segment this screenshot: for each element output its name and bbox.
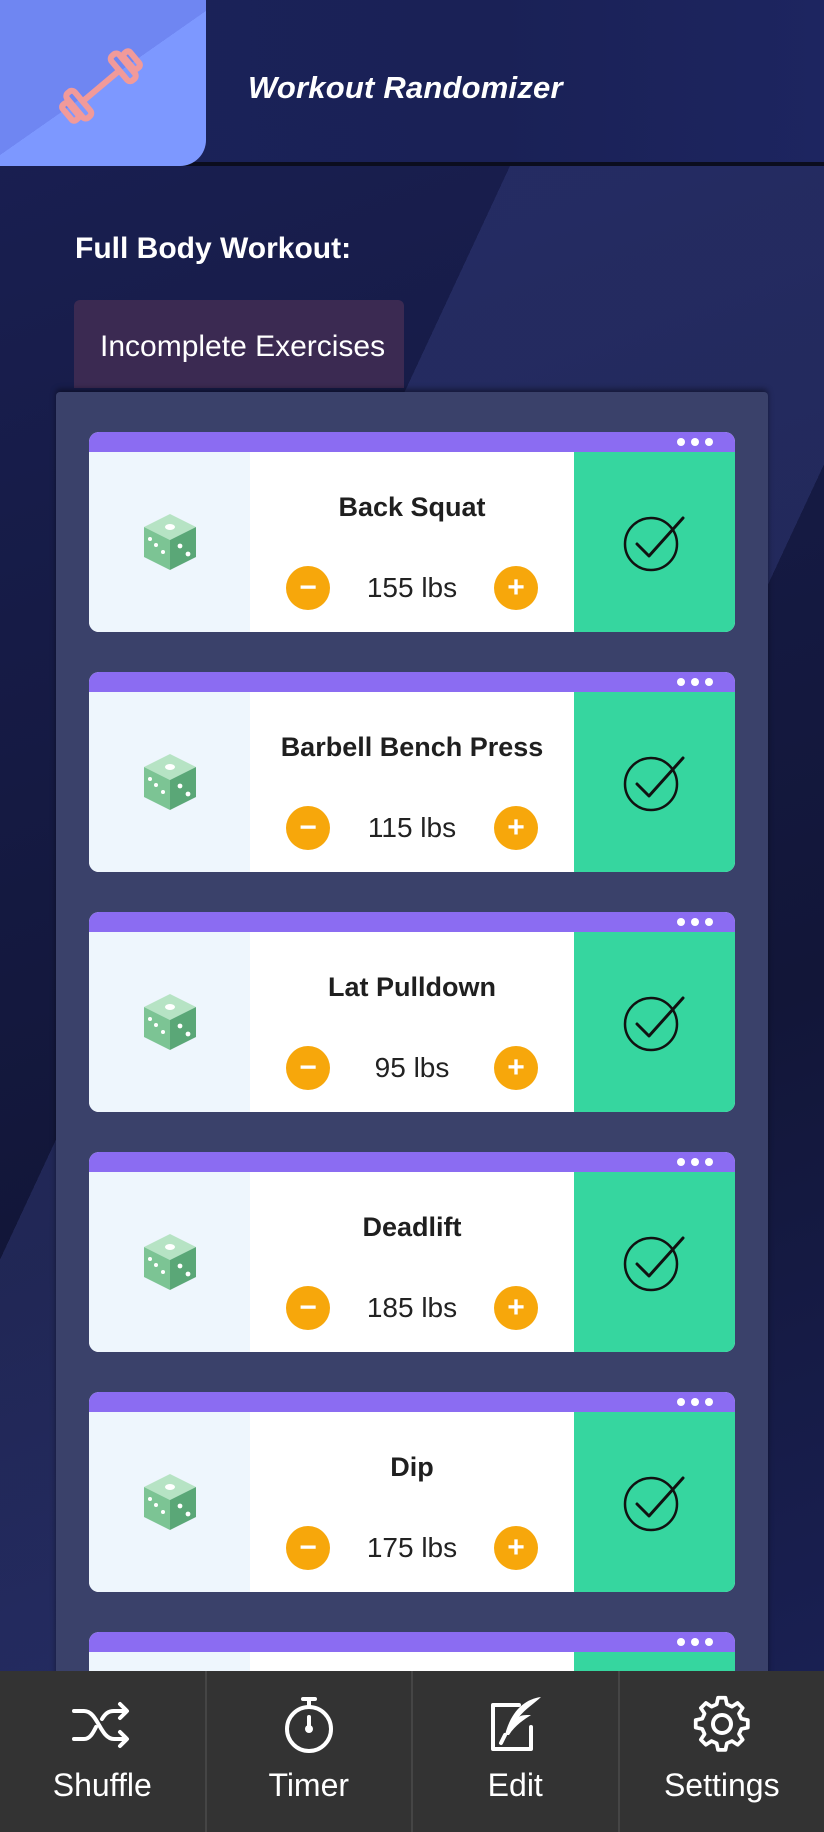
exercise-name: Back Squat: [338, 492, 486, 522]
stopwatch-icon: [284, 1697, 333, 1753]
exercise-info: Barbell Bench Press − 115 lbs +: [250, 692, 574, 872]
exercise-list[interactable]: Back Squat − 155 lbs + Barbell Bench Pre…: [56, 392, 768, 1692]
card-header-bar: [89, 1632, 735, 1652]
complete-button[interactable]: [574, 692, 735, 872]
exercise-info: Back Squat − 155 lbs +: [250, 452, 574, 632]
weight-value: 175 lbs: [366, 1532, 458, 1563]
decrease-weight-button[interactable]: −: [286, 1046, 330, 1090]
more-options-icon[interactable]: [677, 1158, 713, 1166]
randomize-button[interactable]: [89, 1172, 250, 1352]
more-options-icon[interactable]: [677, 918, 713, 926]
shuffle-icon: [72, 1702, 130, 1748]
nav-label: Shuffle: [52, 1767, 152, 1803]
checkmark-circle-icon: [623, 1476, 685, 1532]
dice-icon: [144, 1474, 196, 1530]
checkmark-circle-icon: [623, 516, 685, 572]
dice-icon: [144, 1234, 196, 1290]
dice-icon: [144, 514, 196, 570]
increase-weight-button[interactable]: +: [494, 806, 538, 850]
increase-weight-button[interactable]: +: [494, 1526, 538, 1570]
randomize-button[interactable]: [89, 692, 250, 872]
weight-value: 185 lbs: [366, 1292, 458, 1323]
dumbbell-icon: [59, 48, 143, 124]
bottom-nav: Shuffle Timer Edit Settings: [0, 1671, 824, 1832]
weight-stepper: − 185 lbs +: [250, 1286, 574, 1330]
weight-stepper: − 95 lbs +: [250, 1046, 574, 1090]
dice-icon: [144, 994, 196, 1050]
more-options-icon[interactable]: [677, 678, 713, 686]
exercise-info: Deadlift − 185 lbs +: [250, 1172, 574, 1352]
nav-label: Timer: [268, 1767, 350, 1803]
decrease-weight-button[interactable]: −: [286, 1286, 330, 1330]
card-header-bar: [89, 912, 735, 932]
app-header: Workout Randomizer: [0, 0, 824, 166]
workout-title: Full Body Workout:: [75, 232, 352, 265]
decrease-weight-button[interactable]: −: [286, 566, 330, 610]
more-options-icon[interactable]: [677, 1638, 713, 1646]
exercise-card: Lat Pulldown − 95 lbs +: [89, 912, 735, 1112]
increase-weight-button[interactable]: +: [494, 1046, 538, 1090]
edit-feather-icon: [491, 1697, 542, 1751]
app-title: Workout Randomizer: [248, 70, 563, 105]
randomize-button[interactable]: [89, 932, 250, 1112]
randomize-button[interactable]: [89, 1412, 250, 1592]
weight-value: 155 lbs: [366, 572, 458, 603]
decrease-weight-button[interactable]: −: [286, 806, 330, 850]
more-options-icon[interactable]: [677, 438, 713, 446]
tab-incomplete-exercises[interactable]: Incomplete Exercises: [74, 300, 404, 388]
exercise-info: Lat Pulldown − 95 lbs +: [250, 932, 574, 1112]
exercise-card: Barbell Bench Press − 115 lbs +: [89, 672, 735, 872]
complete-button[interactable]: [574, 1412, 735, 1592]
nav-label: Edit: [487, 1767, 543, 1803]
exercise-info: Dip − 175 lbs +: [250, 1412, 574, 1592]
exercise-card: Back Squat − 155 lbs +: [89, 432, 735, 632]
nav-settings[interactable]: Settings: [620, 1671, 824, 1832]
increase-weight-button[interactable]: +: [494, 566, 538, 610]
weight-stepper: − 115 lbs +: [250, 806, 574, 850]
complete-button[interactable]: [574, 932, 735, 1112]
checkmark-circle-icon: [623, 996, 685, 1052]
exercise-name: Lat Pulldown: [328, 972, 496, 1002]
card-header-bar: [89, 1392, 735, 1412]
nav-timer[interactable]: Timer: [207, 1671, 413, 1832]
gear-icon: [693, 1695, 750, 1752]
checkmark-circle-icon: [623, 756, 685, 812]
weight-stepper: − 155 lbs +: [250, 566, 574, 610]
exercise-card: Deadlift − 185 lbs +: [89, 1152, 735, 1352]
complete-button[interactable]: [574, 1172, 735, 1352]
nav-edit[interactable]: Edit: [413, 1671, 620, 1832]
exercise-name: Deadlift: [362, 1212, 462, 1242]
nav-label: Settings: [663, 1767, 780, 1803]
exercise-name: Barbell Bench Press: [280, 732, 544, 762]
complete-button[interactable]: [574, 452, 735, 632]
dice-icon: [144, 754, 196, 810]
weight-value: 115 lbs: [367, 812, 457, 843]
weight-value: 95 lbs: [374, 1052, 450, 1083]
card-header-bar: [89, 1152, 735, 1172]
card-header-bar: [89, 432, 735, 452]
checkmark-circle-icon: [623, 1236, 685, 1292]
decrease-weight-button[interactable]: −: [286, 1526, 330, 1570]
app-logo[interactable]: [0, 0, 206, 166]
card-header-bar: [89, 672, 735, 692]
nav-shuffle[interactable]: Shuffle: [0, 1671, 207, 1832]
weight-stepper: − 175 lbs +: [250, 1526, 574, 1570]
randomize-button[interactable]: [89, 452, 250, 632]
exercise-name: Dip: [390, 1452, 434, 1482]
increase-weight-button[interactable]: +: [494, 1286, 538, 1330]
more-options-icon[interactable]: [677, 1398, 713, 1406]
exercise-card: Dip − 175 lbs +: [89, 1392, 735, 1592]
